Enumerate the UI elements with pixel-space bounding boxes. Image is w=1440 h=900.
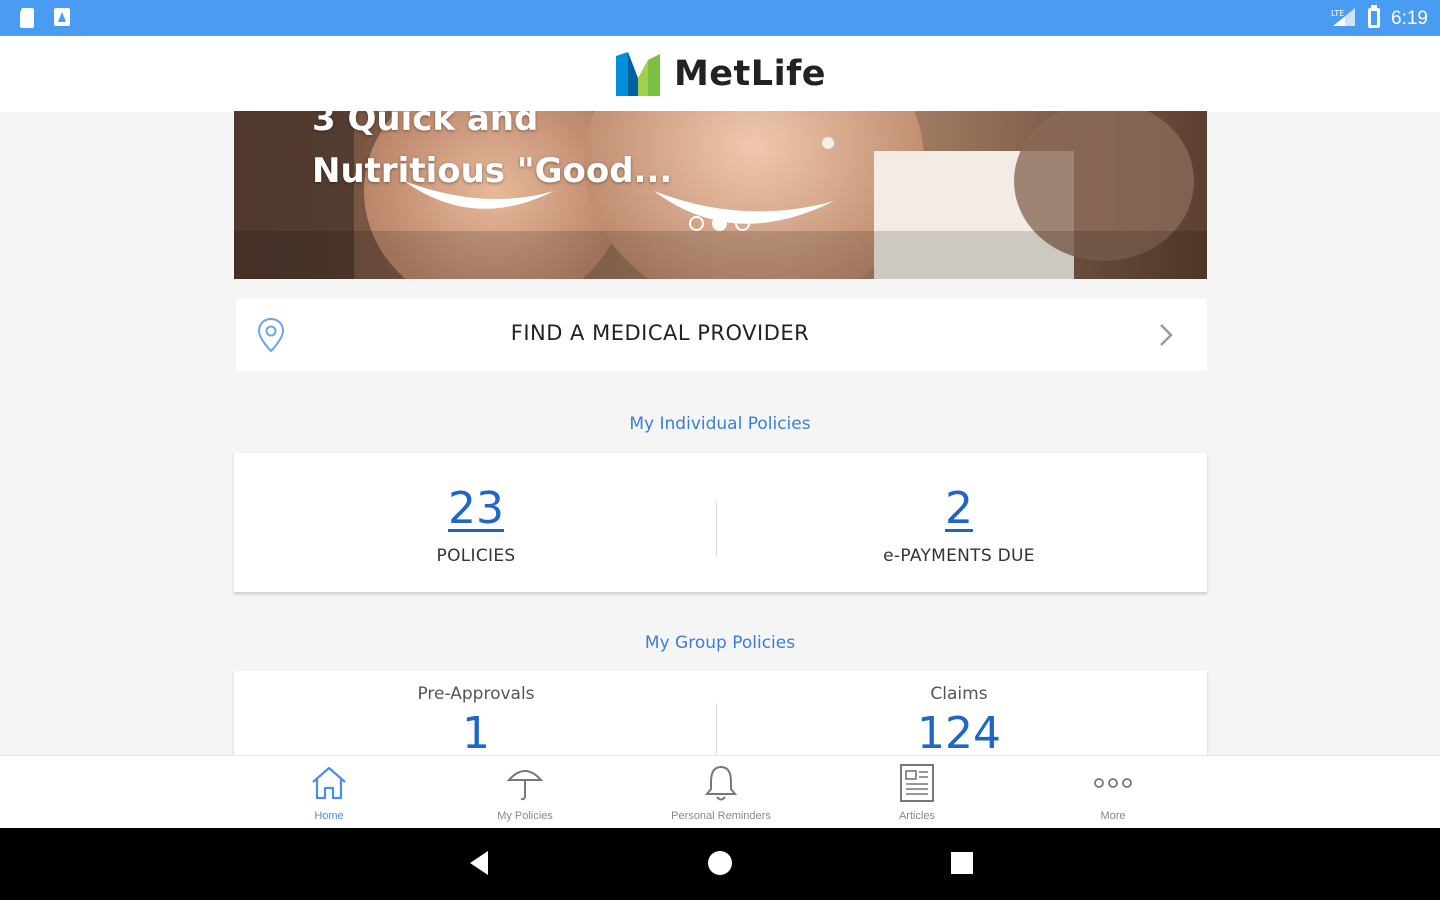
nav-personal-reminders[interactable]: Personal Reminders <box>623 756 819 829</box>
home-button-icon[interactable] <box>706 848 734 882</box>
nav-more-label: More <box>1100 810 1126 822</box>
nav-my-policies[interactable]: My Policies <box>427 756 623 829</box>
carousel-indicator <box>689 216 750 231</box>
claims-label: Claims <box>930 684 988 704</box>
chevron-right-icon <box>1159 323 1173 351</box>
policies-label: POLICIES <box>436 546 516 566</box>
hero-headline-line2: Nutritious "Good... <box>312 151 673 191</box>
payments-count-link[interactable]: 2 <box>717 483 1201 534</box>
find-provider-label: FIND A MEDICAL PROVIDER <box>510 321 810 345</box>
claims-count[interactable]: 124 <box>717 708 1201 759</box>
system-navigation-bar <box>0 828 1440 900</box>
app-header: MetLife <box>0 36 1440 112</box>
brand-name: MetLife <box>673 54 827 94</box>
more-icon <box>1015 762 1211 804</box>
policies-summary[interactable]: 23 POLICIES <box>234 483 718 566</box>
preapprovals-summary[interactable]: Pre-Approvals 1 <box>234 684 718 759</box>
clock: 6:19 <box>1391 8 1428 29</box>
article-carousel[interactable]: 3 Quick and Nutritious "Good... <box>234 111 1207 279</box>
app-notification-icon <box>52 6 72 34</box>
bottom-navigation: Home My Policies Personal Reminders Arti… <box>0 755 1440 828</box>
preapprovals-count[interactable]: 1 <box>234 708 718 759</box>
umbrella-icon <box>427 762 623 804</box>
battery-icon <box>1367 5 1381 33</box>
carousel-dot[interactable] <box>689 216 704 231</box>
claims-summary[interactable]: Claims 124 <box>717 684 1201 759</box>
metlife-logo-icon <box>615 52 660 96</box>
signal-icon: LTE <box>1329 6 1357 32</box>
back-icon[interactable] <box>466 848 492 882</box>
recents-icon[interactable] <box>949 848 975 882</box>
carousel-dot-active[interactable] <box>712 216 727 231</box>
brand-logo: MetLife <box>614 52 826 96</box>
status-bar: LTE 6:19 <box>0 0 1440 36</box>
bell-icon <box>623 762 819 804</box>
nav-personal-reminders-label: Personal Reminders <box>671 810 771 822</box>
individual-policies-card: 23 POLICIES 2 e-PAYMENTS DUE <box>234 453 1207 592</box>
hero-headline-line1: 3 Quick and <box>312 111 539 139</box>
payments-label: e-PAYMENTS DUE <box>883 546 1035 566</box>
hero-headline[interactable]: 3 Quick and Nutritious "Good... <box>312 111 672 197</box>
preapprovals-label: Pre-Approvals <box>417 684 535 704</box>
nav-articles[interactable]: Articles <box>819 756 1015 829</box>
group-policies-title: My Group Policies <box>644 633 796 653</box>
nav-my-policies-label: My Policies <box>497 810 553 822</box>
svg-text:LTE: LTE <box>1331 9 1344 18</box>
nav-articles-label: Articles <box>898 810 936 822</box>
nav-more[interactable]: More <box>1015 756 1211 829</box>
policies-count-link[interactable]: 23 <box>234 483 718 534</box>
individual-policies-title: My Individual Policies <box>629 414 811 434</box>
find-medical-provider-button[interactable]: FIND A MEDICAL PROVIDER <box>236 299 1207 371</box>
nav-home-label: Home <box>314 810 344 822</box>
home-icon <box>231 762 427 804</box>
sd-card-icon <box>16 6 38 34</box>
payments-summary[interactable]: 2 e-PAYMENTS DUE <box>717 483 1201 566</box>
article-icon <box>819 762 1015 804</box>
nav-home[interactable]: Home <box>231 756 427 829</box>
carousel-dot[interactable] <box>735 216 750 231</box>
